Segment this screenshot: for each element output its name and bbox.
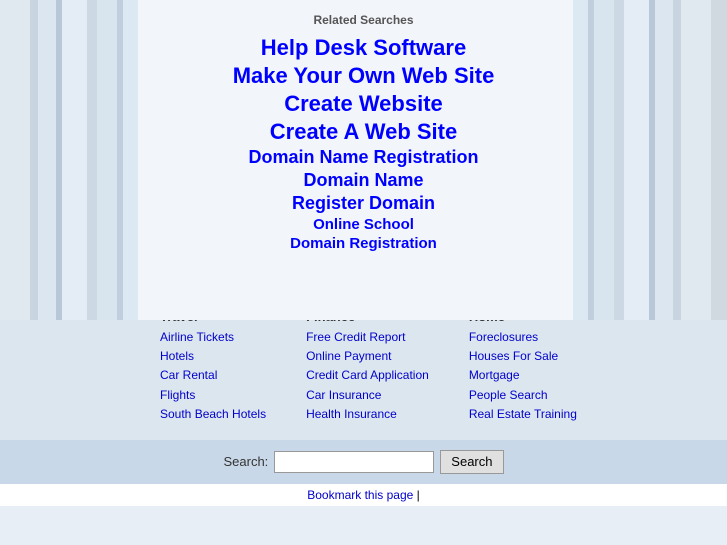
- category-link[interactable]: Mortgage: [469, 366, 577, 385]
- search-links-list: Help Desk SoftwareMake Your Own Web Site…: [0, 35, 727, 252]
- category-column-travel: TravelAirline TicketsHotelsCar RentalFli…: [160, 309, 266, 424]
- search-button[interactable]: Search: [440, 450, 503, 474]
- bookmark-separator: |: [417, 488, 420, 502]
- main-content: Related Searches Help Desk SoftwareMake …: [0, 0, 727, 274]
- category-link[interactable]: Flights: [160, 386, 266, 405]
- category-link[interactable]: Car Rental: [160, 366, 266, 385]
- search-link-help-desk-software[interactable]: Help Desk Software: [0, 35, 727, 61]
- bookmark-bar: Bookmark this page |: [0, 484, 727, 506]
- category-link[interactable]: Car Insurance: [306, 386, 429, 405]
- category-link[interactable]: Free Credit Report: [306, 328, 429, 347]
- category-link[interactable]: South Beach Hotels: [160, 405, 266, 424]
- search-link-create-website[interactable]: Create Website: [0, 91, 727, 117]
- category-link[interactable]: Foreclosures: [469, 328, 577, 347]
- category-link[interactable]: Health Insurance: [306, 405, 429, 424]
- category-link[interactable]: Real Estate Training: [469, 405, 577, 424]
- search-link-domain-name-registration[interactable]: Domain Name Registration: [0, 147, 727, 168]
- category-link[interactable]: Houses For Sale: [469, 347, 577, 366]
- search-label: Search:: [223, 454, 268, 469]
- search-bar: Search: Search: [0, 440, 727, 484]
- search-link-online-school[interactable]: Online School: [0, 216, 727, 233]
- category-column-home: HomeForeclosuresHouses For SaleMortgageP…: [469, 309, 577, 424]
- category-link[interactable]: Airline Tickets: [160, 328, 266, 347]
- bookmark-link[interactable]: Bookmark this page: [307, 488, 413, 502]
- category-link[interactable]: Online Payment: [306, 347, 429, 366]
- category-link[interactable]: Credit Card Application: [306, 366, 429, 385]
- category-link[interactable]: People Search: [469, 386, 577, 405]
- category-column-finance: FinanceFree Credit ReportOnline PaymentC…: [306, 309, 429, 424]
- search-link-create-a-web-site[interactable]: Create A Web Site: [0, 119, 727, 145]
- search-link-domain-name[interactable]: Domain Name: [0, 170, 727, 191]
- related-searches-heading: Related Searches: [0, 8, 727, 27]
- category-link[interactable]: Hotels: [160, 347, 266, 366]
- search-link-make-your-own-web-site[interactable]: Make Your Own Web Site: [0, 63, 727, 89]
- search-input[interactable]: [274, 451, 434, 473]
- page-wrapper: Related Searches Help Desk SoftwareMake …: [0, 0, 727, 506]
- search-link-register-domain[interactable]: Register Domain: [0, 193, 727, 214]
- search-link-domain-registration[interactable]: Domain Registration: [0, 235, 727, 252]
- categories-grid: TravelAirline TicketsHotelsCar RentalFli…: [160, 309, 707, 424]
